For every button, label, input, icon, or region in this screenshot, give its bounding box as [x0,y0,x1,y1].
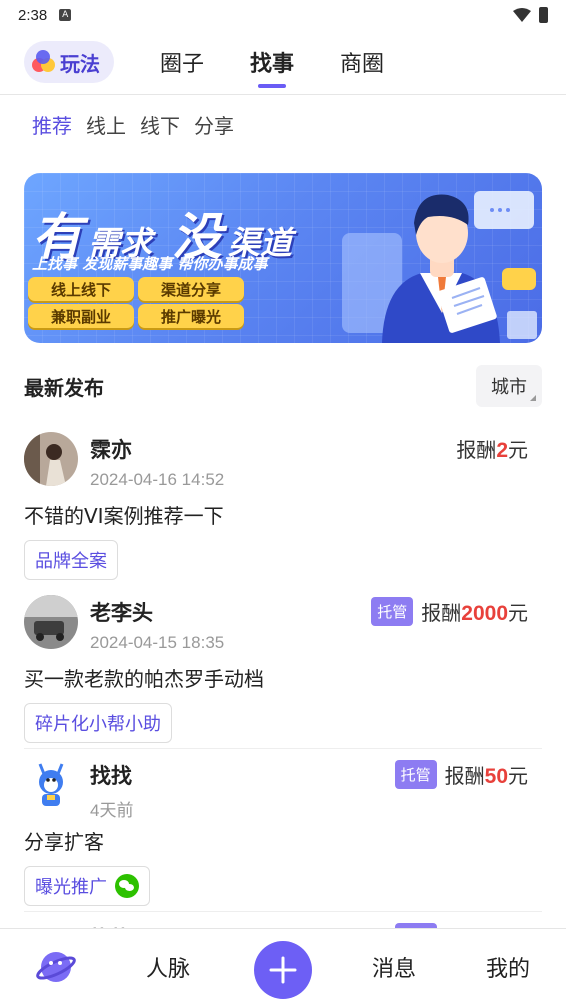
planet-home-icon[interactable] [36,947,76,987]
banner-pill: 推广曝光 [138,304,244,328]
battery-icon [539,7,548,23]
reward-amount: 2000 [461,602,508,625]
bottom-nav: 人脉 消息 我的 [0,928,566,1006]
avatar[interactable] [24,595,78,649]
post-time: 2024-04-15 18:35 [90,633,225,652]
subtab-offline[interactable]: 线下 [140,110,180,139]
play-logo-icon [32,50,56,74]
reward-label: 报酬 [444,764,485,788]
top-tab-bar: 玩法 圈子 找事 商圈 [24,40,542,84]
post-time: 2024-04-16 14:52 [90,470,225,489]
banner-subline: 上找事 发现薪事趣事 帮你办事成事 [32,255,268,273]
post-time: 4天前 [90,801,134,820]
subtab-share[interactable]: 分享 [194,110,234,139]
post-card[interactable]: 找找 4天前 托管 报酬50元 分享扩客 曝光推广 [24,758,542,908]
post-author: 霂亦 [90,438,132,462]
reward-unit: 元 [508,764,528,788]
status-bar: 2:38 A [0,0,566,30]
reward-unit: 元 [508,601,528,625]
post-reward: 报酬2元 [456,434,528,463]
mascot-avatar[interactable] [24,758,78,812]
post-reward: 托管 报酬2000元 [371,597,528,626]
post-card[interactable]: 老李头 2024-04-15 18:35 托管 报酬2000元 买一款老款的帕杰… [24,595,542,745]
reward-label: 报酬 [456,438,497,462]
nav-messages[interactable]: 消息 [372,951,416,983]
post-author: 老李头 [90,601,153,625]
subtab-online[interactable]: 线上 [86,110,126,139]
wechat-icon [115,874,139,898]
post-tag[interactable]: 品牌全案 [24,540,118,580]
subtab-recommend[interactable]: 推荐 [32,110,72,139]
plus-icon [269,956,297,984]
tab-find-tasks[interactable]: 找事 [250,46,294,78]
sub-tab-bar: 推荐 线上 线下 分享 [32,110,234,139]
status-icons [513,7,548,23]
play-chip[interactable]: 玩法 [24,41,114,83]
escrow-badge: 托管 [371,597,414,626]
post-divider [24,748,542,749]
post-title: 不错的VI案例推荐一下 [24,504,224,528]
post-tag[interactable]: 曝光推广 [24,866,150,906]
city-filter-button[interactable]: 城市 [476,365,542,407]
post-title: 分享扩客 [24,830,104,854]
add-post-button[interactable] [254,941,312,999]
avatar[interactable] [24,432,78,486]
post-title: 买一款老款的帕杰罗手动档 [24,667,264,691]
tab-business[interactable]: 商圈 [340,46,384,78]
businessman-illustration [342,191,537,343]
header-divider [0,94,566,95]
promo-banner[interactable]: 有 需求 没 渠道 上找事 发现薪事趣事 帮你办事成事 线上线下 渠道分享 兼职… [24,173,542,343]
reward-unit: 元 [508,438,528,462]
nav-contacts[interactable]: 人脉 [146,951,190,983]
reward-amount: 2 [496,439,508,462]
reward-amount: 50 [484,765,508,788]
banner-pill: 线上线下 [28,277,134,301]
section-title: 最新发布 [24,376,104,400]
post-divider [24,911,542,912]
notification-icon: A [59,9,72,21]
post-reward: 托管 报酬50元 [394,760,528,789]
banner-pill: 兼职副业 [28,304,134,328]
tab-circle[interactable]: 圈子 [160,46,204,78]
escrow-badge: 托管 [394,760,437,789]
post-card[interactable]: 霂亦 2024-04-16 14:52 报酬2元 不错的VI案例推荐一下 品牌全… [24,432,542,582]
banner-pill: 渠道分享 [138,277,244,301]
reward-label: 报酬 [421,601,462,625]
nav-mine[interactable]: 我的 [486,951,530,983]
status-time: 2:38 [18,6,48,24]
wifi-icon [513,8,531,22]
play-label: 玩法 [60,51,100,76]
post-author: 找找 [90,764,132,788]
post-tag[interactable]: 碎片化小帮小助 [24,703,172,743]
